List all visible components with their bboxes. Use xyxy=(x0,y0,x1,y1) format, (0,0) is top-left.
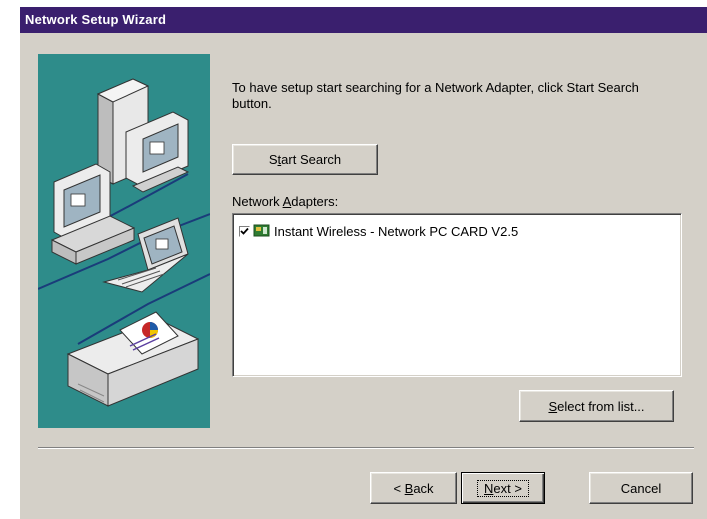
adapter-name: Instant Wireless - Network PC CARD V2.5 xyxy=(274,223,519,239)
select-from-list-button[interactable]: Select from list... xyxy=(519,390,674,422)
network-adapters-list[interactable]: Instant Wireless - Network PC CARD V2.5 xyxy=(232,213,682,377)
list-item[interactable]: Instant Wireless - Network PC CARD V2.5 xyxy=(239,222,518,240)
adapter-checkbox[interactable] xyxy=(239,225,250,237)
network-card-icon xyxy=(253,224,270,237)
start-search-button[interactable]: Start Search xyxy=(232,144,378,175)
window-title: Network Setup Wizard xyxy=(25,12,167,27)
intro-text: To have setup start searching for a Netw… xyxy=(232,80,639,111)
network-computers-illustration xyxy=(38,78,210,407)
wizard-window: Network Setup Wizard To have setup start… xyxy=(20,7,707,519)
network-illustration xyxy=(38,54,210,428)
network-adapters-label: Network Adapters: xyxy=(232,194,339,209)
back-button[interactable]: < Back xyxy=(370,472,457,504)
next-button[interactable]: Next > xyxy=(461,472,545,504)
cancel-button[interactable]: Cancel xyxy=(589,472,693,504)
focus-ring: Next > xyxy=(477,479,529,497)
title-bar[interactable]: Network Setup Wizard xyxy=(20,7,707,33)
checkmark-icon xyxy=(240,227,249,235)
footer-separator xyxy=(38,447,694,449)
